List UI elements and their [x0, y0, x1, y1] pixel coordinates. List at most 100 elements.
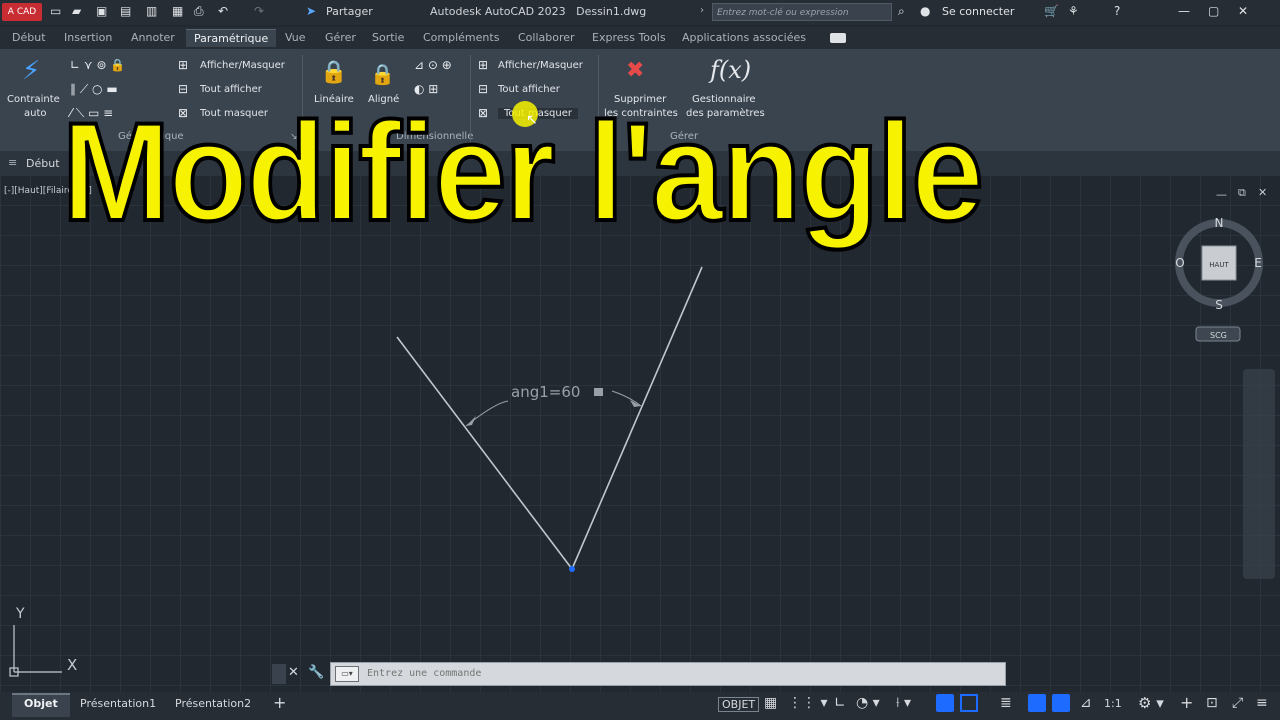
- delete-constraints-icon: ✖: [626, 58, 645, 83]
- auto-constraint-icon: ⚡: [22, 56, 41, 86]
- command-line[interactable]: ▭▾: [330, 662, 1006, 686]
- ortho-icon[interactable]: ∟: [834, 695, 846, 711]
- minimize-icon[interactable]: —: [1178, 4, 1190, 18]
- workspace-gear-icon[interactable]: ⚙ ▾: [1138, 694, 1164, 712]
- aligned-lock-icon: 🔒: [370, 62, 395, 86]
- annotation-scale-icon[interactable]: ⊿: [1080, 695, 1092, 711]
- mobile-icon[interactable]: ▦: [172, 4, 183, 18]
- linear-lock-icon: 🔒: [320, 60, 348, 85]
- dimension-lock-icon: [594, 388, 603, 396]
- layout-tab-presentation2[interactable]: Présentation2: [175, 697, 251, 710]
- command-history-icon[interactable]: ▭▾: [335, 666, 359, 682]
- save-as-icon[interactable]: ▤: [120, 4, 131, 18]
- menu-icon[interactable]: ≡: [8, 156, 17, 169]
- navigation-bar[interactable]: [1243, 369, 1275, 579]
- share-icon[interactable]: ➤: [306, 4, 316, 18]
- toggle-panel-icon[interactable]: [830, 33, 846, 43]
- annotation-monitor-icon[interactable]: +: [1180, 693, 1193, 712]
- tab-insertion[interactable]: Insertion: [64, 31, 112, 44]
- dimension-arrow-left: [466, 416, 476, 426]
- annotation-visibility-icon[interactable]: [1028, 694, 1046, 712]
- model-space-button[interactable]: OBJET: [718, 697, 760, 712]
- isodraft-icon[interactable]: ⟊ ▾: [896, 695, 911, 711]
- signin-button[interactable]: Se connecter: [942, 5, 1014, 18]
- viewport-minimize-icon[interactable]: —: [1216, 188, 1227, 201]
- customize-wrench-icon[interactable]: 🔧: [308, 665, 324, 680]
- compass-west[interactable]: O: [1175, 256, 1184, 270]
- line-left[interactable]: [396, 336, 573, 570]
- command-close-icon[interactable]: ✕: [288, 665, 299, 680]
- dimension-label[interactable]: ang1=60: [511, 383, 580, 401]
- tab-annoter[interactable]: Annoter: [131, 31, 175, 44]
- angular-icon[interactable]: ⊿ ⊙ ⊕: [414, 58, 452, 72]
- snap-mode-icon[interactable]: [960, 694, 978, 712]
- tab-parametrique[interactable]: Paramétrique: [186, 29, 277, 47]
- compass-north[interactable]: N: [1215, 216, 1224, 230]
- search-input[interactable]: Entrez mot-clé ou expression: [712, 3, 892, 21]
- maximize-icon[interactable]: ▢: [1208, 4, 1219, 18]
- title-bar: A CAD ▭ ▰ ▣ ▤ ▥ ▦ ⎙ ↶ ↷ ➤ Partager Autod…: [0, 0, 1280, 25]
- connect-icon[interactable]: ⚘: [1068, 4, 1079, 18]
- autoscale-icon[interactable]: [1052, 694, 1070, 712]
- web-icon[interactable]: ▥: [146, 4, 157, 18]
- tab-sortie[interactable]: Sortie: [372, 31, 404, 44]
- lineweight-icon[interactable]: ≣: [1000, 695, 1012, 711]
- layout-tab-presentation1[interactable]: Présentation1: [80, 697, 156, 710]
- fullscreen-icon[interactable]: ⤢: [1232, 695, 1243, 711]
- viewport-close-icon[interactable]: ✕: [1258, 186, 1267, 199]
- ucs-x-label: X: [67, 656, 77, 674]
- file-tab-debut[interactable]: Début: [26, 157, 60, 170]
- tab-collaborer[interactable]: Collaborer: [518, 31, 575, 44]
- viewport-restore-icon[interactable]: ⧉: [1238, 186, 1246, 200]
- save-icon[interactable]: ▣: [96, 4, 107, 18]
- viewcube-face-label: HAUT: [1209, 261, 1229, 269]
- units-icon[interactable]: ⊡: [1206, 695, 1218, 711]
- add-layout-icon[interactable]: +: [273, 693, 286, 712]
- ucs-y-label: Y: [15, 606, 25, 622]
- dim-show-hide-icon: ⊞: [478, 58, 489, 72]
- help-icon[interactable]: ?: [1114, 4, 1120, 18]
- auto-constraint-button[interactable]: Contrainte: [7, 94, 60, 105]
- close-icon[interactable]: ✕: [1238, 4, 1248, 18]
- snap-icon[interactable]: ⋮⋮ ▾: [788, 695, 827, 711]
- tab-express-tools[interactable]: Express Tools: [592, 31, 666, 44]
- layout-tab-objet[interactable]: Objet: [24, 697, 58, 710]
- polar-icon[interactable]: ◔ ▾: [856, 695, 880, 711]
- window-title: Autodesk AutoCAD 2023 Dessin1.dwg: [430, 5, 647, 18]
- chevron-right-icon[interactable]: ›: [700, 5, 704, 16]
- coincident-icon[interactable]: ∟ ⋎ ⊚ 🔒: [70, 58, 125, 72]
- print-icon[interactable]: ⎙: [194, 4, 204, 19]
- tab-gerer[interactable]: Gérer: [325, 31, 356, 44]
- object-snap-icon[interactable]: [936, 694, 954, 712]
- dimension-arrow-right: [630, 400, 641, 407]
- annotation-scale-value[interactable]: 1:1: [1104, 697, 1122, 710]
- customize-menu-icon[interactable]: ≡: [1256, 695, 1268, 711]
- function-icon: f(x): [710, 56, 752, 84]
- vertex-grip[interactable]: [569, 566, 575, 572]
- undo-icon[interactable]: ↶: [218, 4, 228, 18]
- search-icon[interactable]: ⌕: [898, 4, 905, 19]
- grid-icon[interactable]: ▦: [764, 695, 777, 711]
- command-grip[interactable]: [272, 664, 286, 684]
- tab-debut[interactable]: Début: [12, 31, 46, 44]
- share-button[interactable]: Partager: [326, 5, 373, 18]
- compass-east[interactable]: E: [1254, 256, 1262, 270]
- app-logo[interactable]: A CAD: [2, 3, 42, 21]
- compass-south[interactable]: S: [1215, 298, 1223, 312]
- cart-icon[interactable]: 🛒: [1044, 4, 1059, 18]
- auto-constraint-label: auto: [24, 108, 47, 119]
- tab-applications[interactable]: Applications associées: [682, 31, 806, 44]
- new-icon[interactable]: ▭: [50, 4, 61, 18]
- overlay-title: Modifier l'angle: [60, 91, 985, 252]
- tab-vue[interactable]: Vue: [285, 31, 306, 44]
- geo-show-hide-button[interactable]: Afficher/Masquer: [200, 60, 285, 71]
- tab-complements[interactable]: Compléments: [423, 31, 499, 44]
- command-input[interactable]: [365, 667, 969, 680]
- user-icon[interactable]: ●: [920, 4, 930, 18]
- drawing-canvas[interactable]: ang1=60 Y X HAUT N S O E SCG: [0, 175, 1280, 692]
- line-right[interactable]: [571, 266, 703, 570]
- dim-show-hide-button[interactable]: Afficher/Masquer: [498, 60, 583, 71]
- open-icon[interactable]: ▰: [72, 4, 81, 18]
- show-hide-icon: ⊞: [178, 58, 189, 72]
- redo-icon[interactable]: ↷: [254, 4, 264, 18]
